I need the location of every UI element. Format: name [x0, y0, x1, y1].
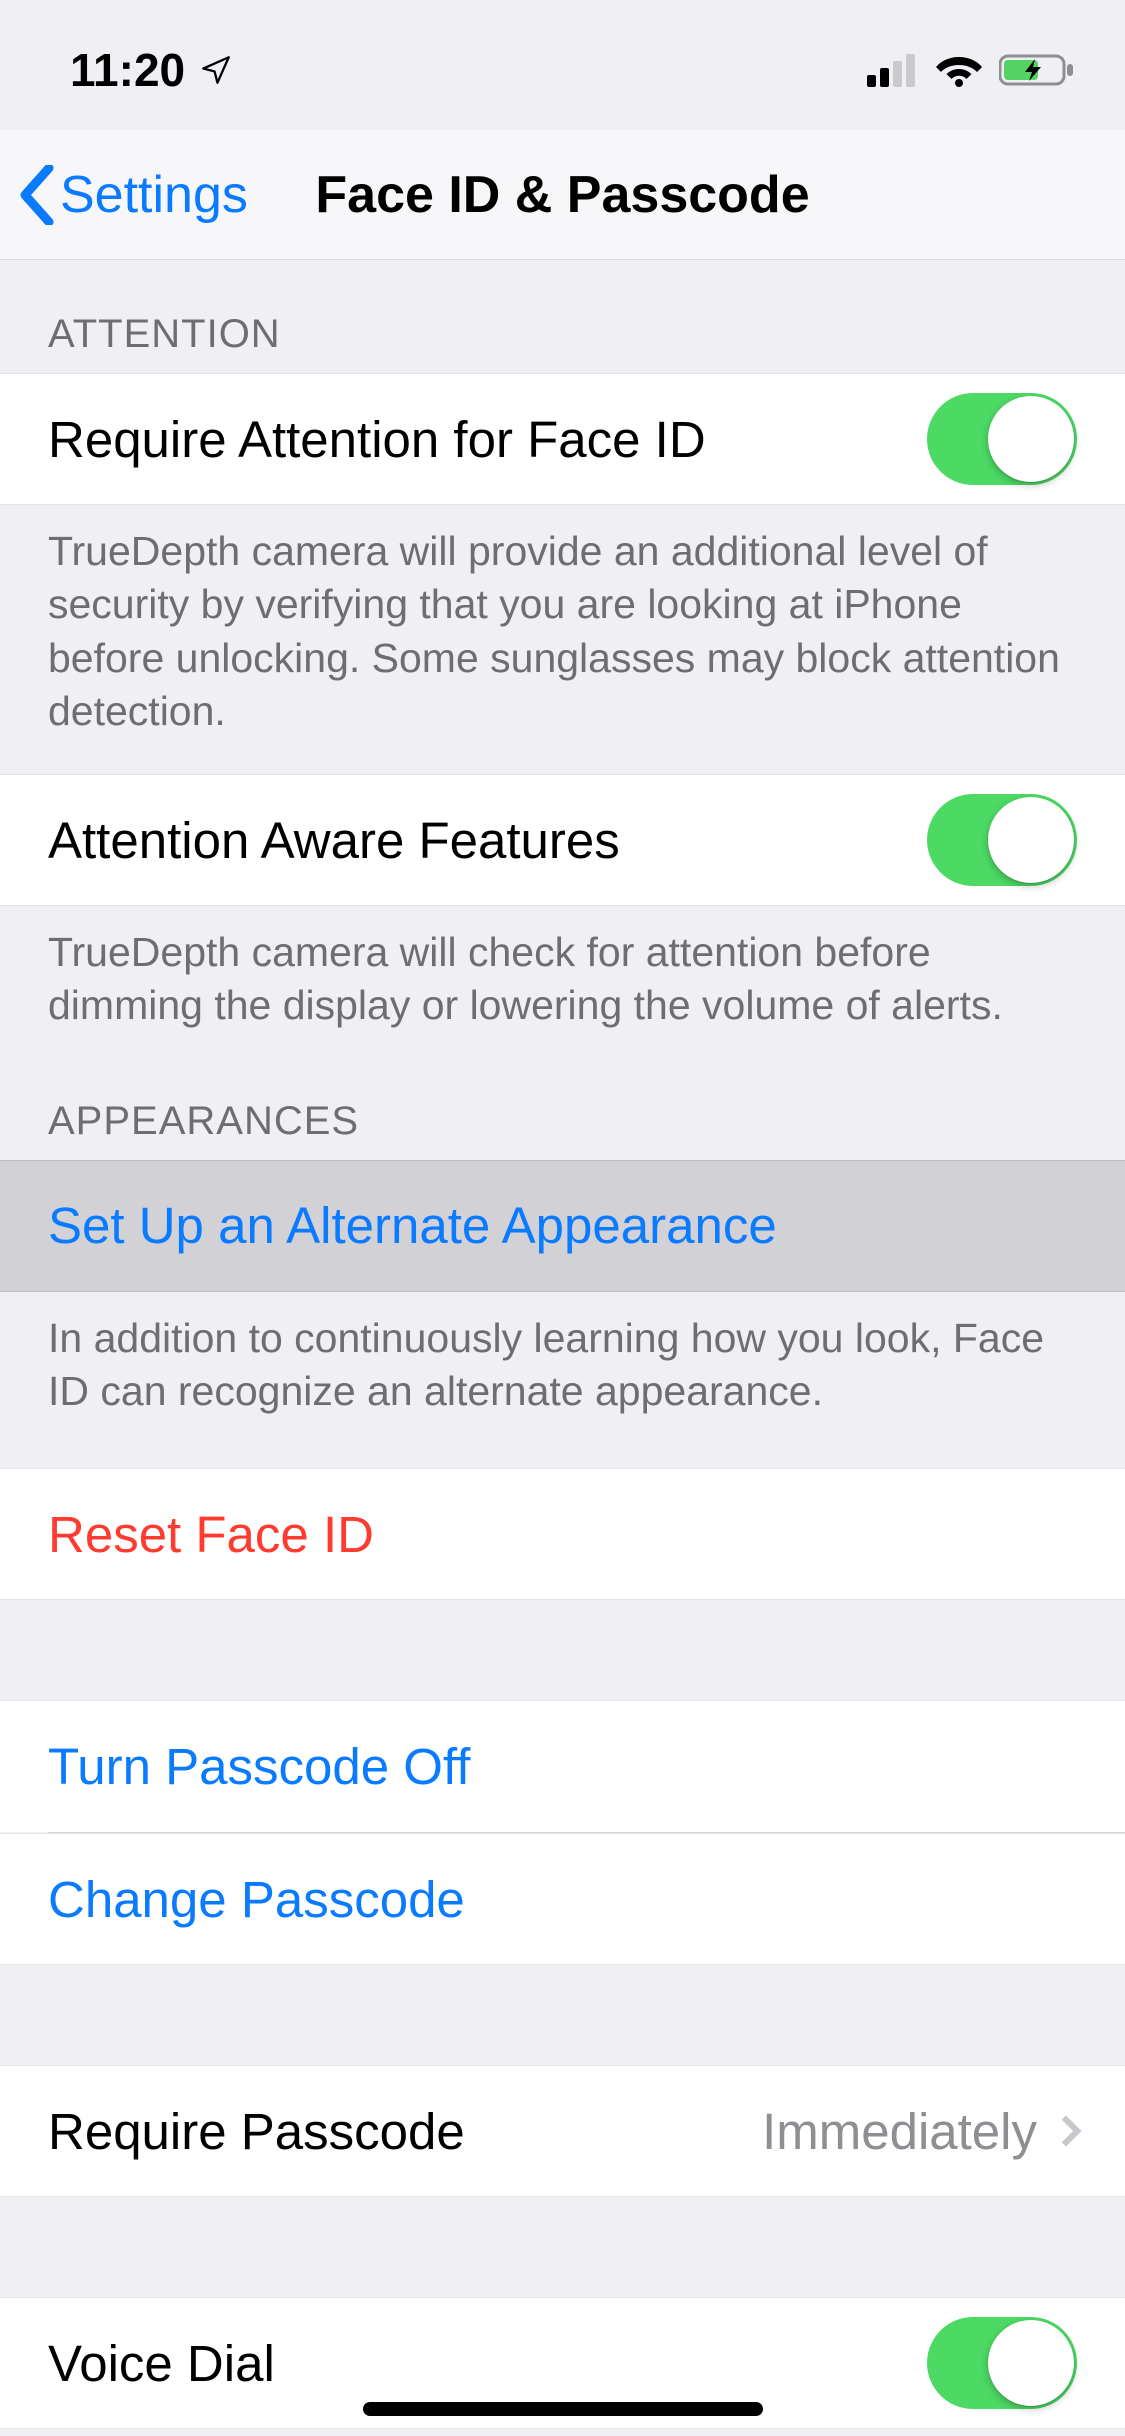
wifi-icon: [935, 53, 983, 87]
status-right: [867, 52, 1075, 88]
spacer: [0, 2197, 1125, 2297]
require-passcode-value: Immediately: [762, 2102, 1037, 2161]
attention-aware-toggle[interactable]: [927, 794, 1077, 886]
location-arrow-icon: [199, 53, 233, 87]
attention-aware-row[interactable]: Attention Aware Features: [0, 774, 1125, 906]
voice-dial-toggle[interactable]: [927, 2317, 1077, 2409]
reset-face-id-label: Reset Face ID: [48, 1505, 1077, 1564]
require-attention-toggle[interactable]: [927, 393, 1077, 485]
attention-aware-footer: TrueDepth camera will check for attentio…: [0, 906, 1125, 1069]
require-passcode-label: Require Passcode: [48, 2102, 762, 2161]
nav-bar: Settings Face ID & Passcode: [0, 130, 1125, 260]
require-attention-row[interactable]: Require Attention for Face ID: [0, 373, 1125, 505]
chevron-right-icon: [1050, 2116, 1081, 2147]
change-passcode-button[interactable]: Change Passcode: [0, 1833, 1125, 1965]
turn-passcode-off-button[interactable]: Turn Passcode Off: [0, 1700, 1125, 1832]
page-title: Face ID & Passcode: [315, 165, 809, 225]
status-time: 11:20: [70, 43, 185, 97]
section-header-appearances: APPEARANCES: [0, 1069, 1125, 1160]
battery-charging-icon: [999, 52, 1075, 88]
spacer: [0, 1965, 1125, 2065]
spacer: [0, 1600, 1125, 1700]
require-attention-footer: TrueDepth camera will provide an additio…: [0, 505, 1125, 774]
turn-passcode-off-label: Turn Passcode Off: [48, 1737, 1077, 1796]
voice-dial-footer: Music Voice Control is always enabled.: [0, 2429, 1125, 2436]
require-attention-label: Require Attention for Face ID: [48, 410, 927, 469]
home-indicator[interactable]: [363, 2402, 763, 2416]
cellular-signal-icon: [867, 53, 919, 87]
change-passcode-label: Change Passcode: [48, 1870, 1077, 1929]
passcode-group: Turn Passcode Off Change Passcode: [0, 1700, 1125, 1965]
reset-face-id-button[interactable]: Reset Face ID: [0, 1468, 1125, 1600]
alternate-appearance-button[interactable]: Set Up an Alternate Appearance: [0, 1160, 1125, 1292]
chevron-left-icon: [18, 165, 56, 225]
back-button[interactable]: Settings: [18, 165, 248, 225]
require-passcode-row[interactable]: Require Passcode Immediately: [0, 2065, 1125, 2197]
section-header-attention: ATTENTION: [0, 260, 1125, 373]
alternate-appearance-footer: In addition to continuously learning how…: [0, 1292, 1125, 1455]
voice-dial-label: Voice Dial: [48, 2334, 927, 2393]
back-label: Settings: [60, 165, 248, 225]
status-bar: 11:20: [0, 0, 1125, 130]
status-left: 11:20: [70, 43, 233, 97]
attention-aware-label: Attention Aware Features: [48, 811, 927, 870]
alternate-appearance-label: Set Up an Alternate Appearance: [48, 1196, 1077, 1255]
